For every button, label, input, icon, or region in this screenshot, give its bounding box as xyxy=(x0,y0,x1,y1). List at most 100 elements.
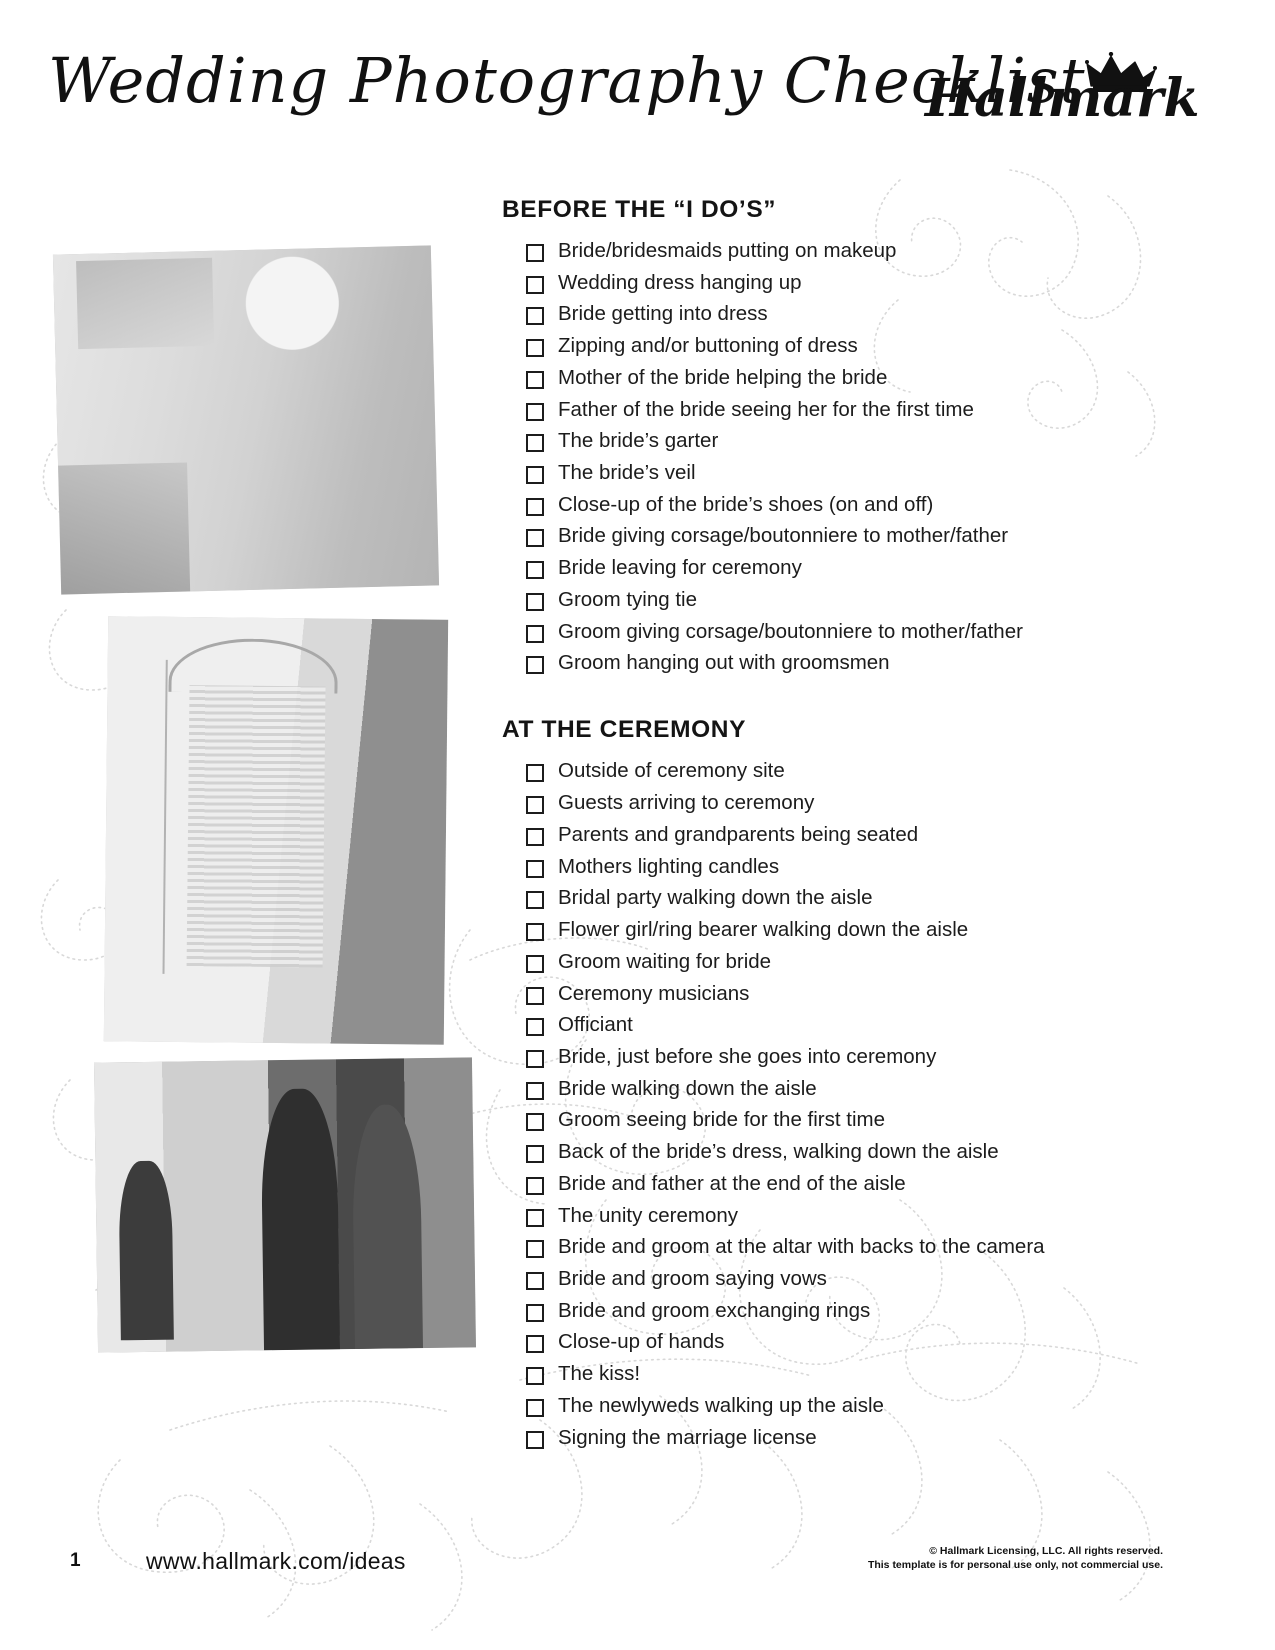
footer-url[interactable]: www.hallmark.com/ideas xyxy=(146,1548,406,1575)
list-item[interactable]: Mothers lighting candles xyxy=(526,854,1140,878)
list-item[interactable]: Officiant xyxy=(526,1014,1140,1037)
list-item[interactable]: Parents and grandparents being seated xyxy=(526,822,1140,846)
checkbox[interactable] xyxy=(526,1145,544,1164)
checkbox[interactable] xyxy=(526,859,544,878)
list-item[interactable]: The bride’s veil xyxy=(526,461,1140,485)
list-item[interactable]: The kiss! xyxy=(526,1362,1140,1386)
list-item[interactable]: Bridal party walking down the aisle xyxy=(526,887,1140,910)
checkbox[interactable] xyxy=(526,954,544,973)
list-item[interactable]: Outside of ceremony site xyxy=(526,759,1140,783)
checkbox[interactable] xyxy=(526,1335,544,1354)
list-item[interactable]: Wedding dress hanging up xyxy=(526,271,1140,294)
checklist: BEFORE THE “I DO’S” Bride/bridesmaids pu… xyxy=(500,196,1140,1458)
section-title: BEFORE THE “I DO’S” xyxy=(502,196,777,223)
checkbox[interactable] xyxy=(526,796,544,815)
list-item-label: Mothers lighting candles xyxy=(558,854,780,878)
checkbox[interactable] xyxy=(526,1049,544,1068)
checkbox[interactable] xyxy=(526,402,544,421)
list-item-label: Groom giving corsage/boutonniere to moth… xyxy=(558,619,1023,643)
list-item[interactable]: Bride leaving for ceremony xyxy=(526,556,1140,580)
list-item-label: Groom tying tie xyxy=(558,587,697,611)
checkbox[interactable] xyxy=(526,244,544,262)
checkbox[interactable] xyxy=(526,1113,544,1132)
checkbox[interactable] xyxy=(526,827,544,846)
list-item[interactable]: Groom seeing bride for the first time xyxy=(526,1109,1140,1132)
list-item-label: Father of the bride seeing her for the f… xyxy=(558,397,974,421)
list-item-label: Bride and groom at the altar with backs … xyxy=(558,1235,1045,1259)
list-item[interactable]: Bride and groom saying vows xyxy=(526,1267,1140,1290)
list-item[interactable]: Bride, just before she goes into ceremon… xyxy=(526,1044,1140,1068)
checkbox[interactable] xyxy=(526,764,544,783)
checkbox[interactable] xyxy=(526,370,544,389)
checkbox[interactable] xyxy=(526,497,544,516)
list-item[interactable]: Bride and groom exchanging rings xyxy=(526,1299,1140,1322)
list-item[interactable]: Father of the bride seeing her for the f… xyxy=(526,397,1140,421)
list-item[interactable]: Groom waiting for bride xyxy=(526,949,1140,973)
list-item-label: Flower girl/ring bearer walking down the… xyxy=(558,918,969,942)
checkbox[interactable] xyxy=(526,466,544,485)
checklist-section-at-the-ceremony: AT THE CEREMONY Outside of ceremony site… xyxy=(500,716,1140,1449)
list-item[interactable]: Bride and groom at the altar with backs … xyxy=(526,1235,1140,1259)
list-item[interactable]: Signing the marriage license xyxy=(526,1426,1140,1449)
checkbox[interactable] xyxy=(526,1271,544,1290)
copyright-line-1: © Hallmark Licensing, LLC. All rights re… xyxy=(929,1545,1163,1557)
list-item-label: Bride leaving for ceremony xyxy=(558,556,802,580)
list-item-label: Outside of ceremony site xyxy=(558,759,785,783)
checkbox[interactable] xyxy=(526,339,544,358)
checkbox[interactable] xyxy=(526,592,544,611)
list-item[interactable]: Ceremony musicians xyxy=(526,982,1140,1005)
list-item-label: Parents and grandparents being seated xyxy=(558,822,919,846)
checkbox[interactable] xyxy=(526,275,544,294)
checkbox[interactable] xyxy=(526,1208,544,1227)
checkbox[interactable] xyxy=(526,923,544,942)
list-item[interactable]: Flower girl/ring bearer walking down the… xyxy=(526,918,1140,942)
checkbox[interactable] xyxy=(526,1398,544,1417)
checkbox[interactable] xyxy=(526,1176,544,1195)
list-item[interactable]: Guests arriving to ceremony xyxy=(526,791,1140,815)
list-item-label: Bride, just before she goes into ceremon… xyxy=(558,1044,937,1068)
checkbox[interactable] xyxy=(526,1430,544,1449)
list-item[interactable]: Bride and father at the end of the aisle xyxy=(526,1172,1140,1195)
checkbox[interactable] xyxy=(526,529,544,548)
list-item[interactable]: Bride walking down the aisle xyxy=(526,1077,1140,1100)
list-item[interactable]: Zipping and/or buttoning of dress xyxy=(526,334,1140,358)
list-item[interactable]: Bride getting into dress xyxy=(526,302,1140,326)
list-item[interactable]: Groom hanging out with groomsmen xyxy=(526,652,1140,675)
list-item[interactable]: The unity ceremony xyxy=(526,1204,1140,1227)
section-title: AT THE CEREMONY xyxy=(502,716,747,744)
list-item[interactable]: Close-up of hands xyxy=(526,1330,1140,1354)
list-item-label: Bride giving corsage/boutonniere to moth… xyxy=(558,524,1009,548)
list-item-label: Bride getting into dress xyxy=(558,302,768,326)
page-footer: 1 www.hallmark.com/ideas © Hallmark Lice… xyxy=(0,1544,1275,1604)
checkbox[interactable] xyxy=(526,1367,544,1386)
checkbox[interactable] xyxy=(526,656,544,675)
list-item[interactable]: Bride/bridesmaids putting on makeup xyxy=(526,239,1140,262)
list-item-label: Mother of the bride helping the bride xyxy=(558,365,888,389)
list-item-label: Guests arriving to ceremony xyxy=(558,791,815,815)
list-item[interactable]: Bride giving corsage/boutonniere to moth… xyxy=(526,524,1140,548)
checkbox[interactable] xyxy=(526,1018,544,1037)
checkbox[interactable] xyxy=(526,561,544,580)
checkbox[interactable] xyxy=(526,1303,544,1322)
list-item[interactable]: Groom giving corsage/boutonniere to moth… xyxy=(526,619,1140,643)
checkbox[interactable] xyxy=(526,624,544,643)
list-item[interactable]: The newlyweds walking up the aisle xyxy=(526,1394,1140,1417)
list-item-label: Close-up of hands xyxy=(558,1330,725,1354)
page-number: 1 xyxy=(70,1550,81,1571)
list-item[interactable]: Mother of the bride helping the bride xyxy=(526,365,1140,389)
list-item[interactable]: Close-up of the bride’s shoes (on and of… xyxy=(526,493,1140,516)
list-item[interactable]: Back of the bride’s dress, walking down … xyxy=(526,1140,1140,1164)
checkbox[interactable] xyxy=(526,307,544,326)
checkbox[interactable] xyxy=(526,1240,544,1259)
list-item-label: The bride’s garter xyxy=(558,429,719,453)
list-item[interactable]: Groom tying tie xyxy=(526,587,1140,611)
list-item-label: Groom waiting for bride xyxy=(558,949,772,973)
list-item[interactable]: The bride’s garter xyxy=(526,429,1140,453)
checkbox[interactable] xyxy=(526,891,544,910)
checkbox[interactable] xyxy=(526,434,544,453)
checklist-items: Outside of ceremony site Guests arriving… xyxy=(500,759,1140,1449)
list-item-label: Zipping and/or buttoning of dress xyxy=(558,334,858,358)
checkbox[interactable] xyxy=(526,1081,544,1100)
checkbox[interactable] xyxy=(526,986,544,1005)
list-item-label: The bride’s veil xyxy=(558,461,696,485)
